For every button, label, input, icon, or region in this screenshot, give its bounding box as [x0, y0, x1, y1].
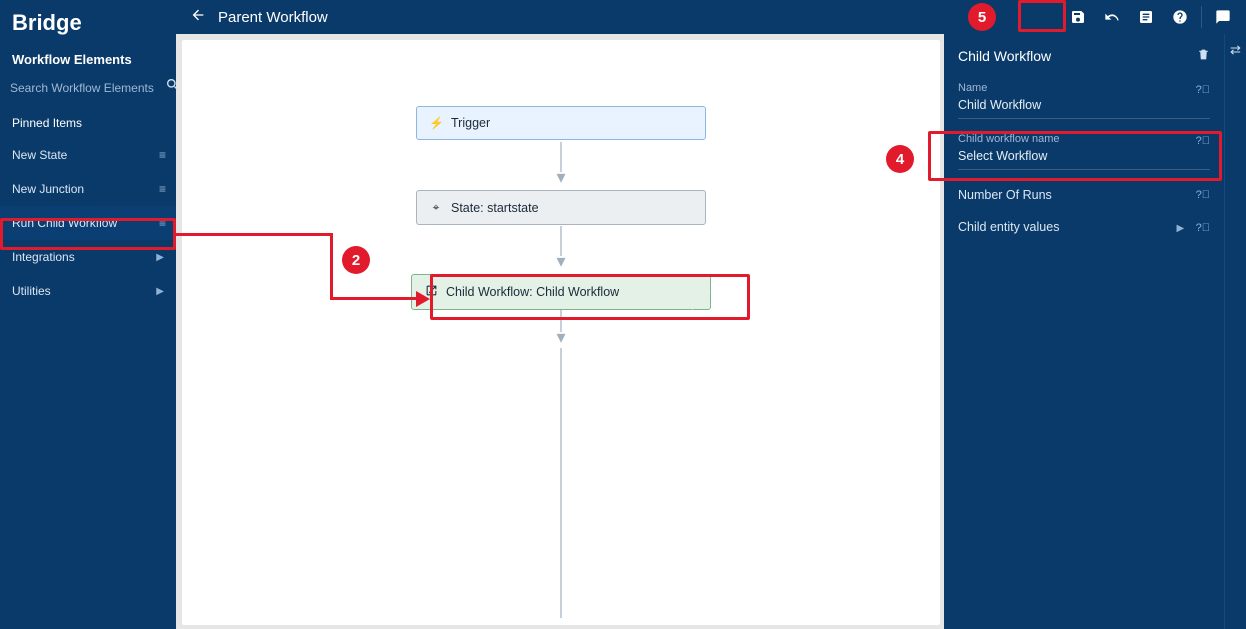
node-trigger[interactable]: ⚡ Trigger [416, 106, 706, 140]
arrow-down-icon: ▾ [556, 328, 565, 346]
page-title: Parent Workflow [210, 9, 1061, 26]
top-bar: Parent Workflow [176, 0, 1246, 34]
node-child-workflow[interactable]: Child Workflow: Child Workflow [411, 274, 711, 310]
search-input[interactable] [10, 81, 165, 95]
help-icon[interactable]: ?⃝ [1196, 84, 1210, 96]
sidebar-item-utilities[interactable]: Utilities ▶ [0, 274, 176, 308]
save-button[interactable] [1061, 3, 1095, 31]
node-label: State: startstate [451, 201, 539, 215]
pinned-items-header: Pinned Items [0, 108, 176, 138]
sidebar-item-label: Utilities [12, 284, 51, 298]
field-label: Name [958, 82, 1210, 94]
comments-button[interactable] [1206, 3, 1240, 31]
sidebar-item-run-child-workflow[interactable]: Run Child Workflow ≡ [0, 206, 176, 240]
field-child-entity-values[interactable]: Child entity values ▶ ?⃝ [944, 206, 1224, 238]
field-label: Child workflow name [958, 133, 1210, 145]
help-button[interactable] [1163, 3, 1197, 31]
properties-panel: Child Workflow Name Child Workflow ?⃝ Ch… [944, 34, 1246, 629]
field-label: Number Of Runs [958, 188, 1052, 202]
node-state[interactable]: ⌖ State: startstate [416, 190, 706, 225]
chevron-right-icon: ▶ [156, 286, 164, 297]
enter-icon [424, 284, 438, 300]
chevron-right-icon: ▶ [156, 252, 164, 263]
node-label: Trigger [451, 116, 490, 130]
field-name[interactable]: Name Child Workflow ?⃝ [944, 72, 1224, 123]
bolt-icon: ⚡ [429, 116, 443, 130]
toolbar-divider [1201, 6, 1202, 28]
sidebar-item-new-state[interactable]: New State ≡ [0, 138, 176, 172]
canvas-wrap: ⚡ Trigger ▾ ⌖ State: startstate ▾ Child … [176, 34, 944, 629]
drag-handle-icon: ≡ [159, 216, 164, 230]
search-row [0, 77, 176, 108]
left-sidebar: Bridge Workflow Elements Pinned Items Ne… [0, 0, 176, 629]
sidebar-item-integrations[interactable]: Integrations ▶ [0, 240, 176, 274]
state-icon: ⌖ [429, 200, 443, 215]
sidebar-section-header: Workflow Elements [0, 44, 176, 77]
node-label: Child Workflow: Child Workflow [446, 285, 619, 299]
undo-button[interactable] [1095, 3, 1129, 31]
sidebar-item-label: New Junction [12, 182, 84, 196]
delete-button[interactable] [1197, 48, 1210, 64]
connector-line [560, 348, 562, 618]
help-icon[interactable]: ?⃝ [1196, 189, 1210, 201]
notes-button[interactable] [1129, 3, 1163, 31]
main-area: Parent Workflow ⚡ Trigger ▾ [176, 0, 1246, 629]
sidebar-item-new-junction[interactable]: New Junction ≡ [0, 172, 176, 206]
drag-handle-icon: ≡ [159, 148, 164, 162]
sidebar-item-label: Run Child Workflow [12, 216, 117, 230]
help-icon[interactable]: ?⃝ [1196, 222, 1210, 234]
sidebar-item-label: New State [12, 148, 67, 162]
drag-handle-icon: ≡ [159, 182, 164, 196]
arrow-down-icon: ▾ [556, 252, 565, 270]
field-label: Child entity values [958, 220, 1059, 234]
sidebar-item-label: Integrations [12, 250, 75, 264]
work-area: ⚡ Trigger ▾ ⌖ State: startstate ▾ Child … [176, 34, 1246, 629]
chevron-right-icon: ▶ [1176, 223, 1184, 234]
field-value[interactable]: Child Workflow [958, 98, 1210, 119]
back-button[interactable] [186, 7, 210, 28]
field-value[interactable]: Select Workflow [958, 149, 1210, 170]
properties-title: Child Workflow [958, 48, 1051, 64]
app-brand: Bridge [0, 0, 176, 44]
panel-toggle-tab[interactable]: ⇄ [1224, 34, 1246, 629]
swap-icon: ⇄ [1230, 42, 1241, 58]
workflow-canvas[interactable]: ⚡ Trigger ▾ ⌖ State: startstate ▾ Child … [182, 40, 940, 625]
field-number-of-runs[interactable]: Number Of Runs ?⃝ [944, 174, 1224, 206]
help-icon[interactable]: ?⃝ [1196, 135, 1210, 147]
field-child-workflow-name[interactable]: Child workflow name Select Workflow ?⃝ [944, 123, 1224, 174]
arrow-down-icon: ▾ [556, 168, 565, 186]
